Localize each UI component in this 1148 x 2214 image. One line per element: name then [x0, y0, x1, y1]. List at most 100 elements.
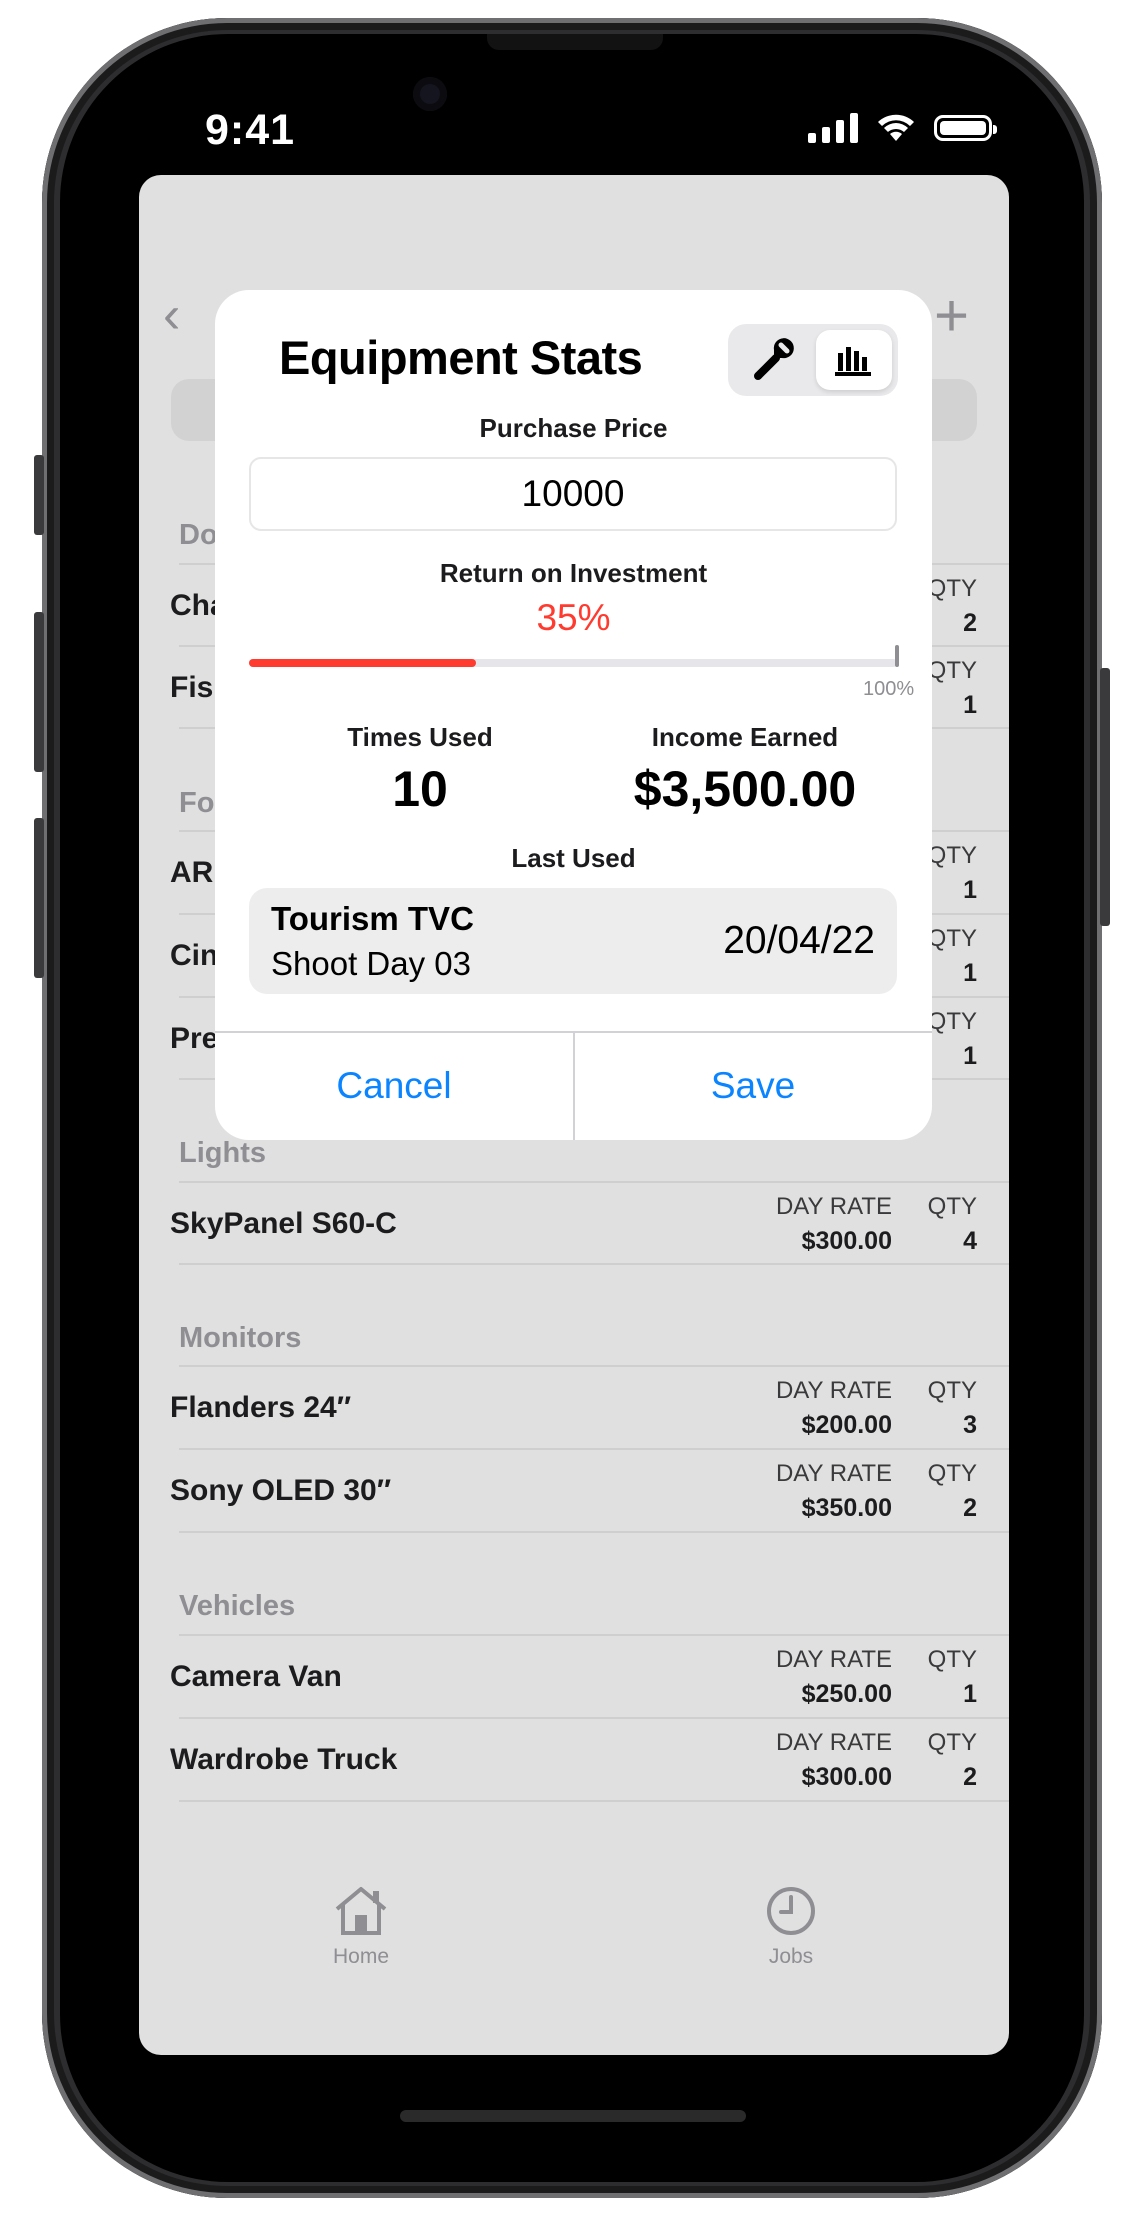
clock-icon	[767, 1887, 815, 1935]
qty-value: 2	[963, 1494, 977, 1522]
cancel-button[interactable]: Cancel	[215, 1033, 575, 1140]
item-name: Sony OLED 30″	[170, 1474, 392, 1507]
qty-label: QTY	[927, 1193, 977, 1220]
income-earned-label: Income Earned	[651, 722, 839, 752]
last-used-job-card[interactable]: Tourism TVC Shoot Day 03 20/04/22	[249, 888, 897, 994]
back-chevron-icon[interactable]: ‹	[163, 285, 180, 345]
house-icon	[335, 1887, 387, 1935]
section-divider	[179, 1263, 1009, 1265]
section-divider	[179, 1800, 1009, 1802]
item-name: Camera Van	[170, 1660, 342, 1693]
status-icons	[808, 113, 997, 143]
day-rate-value: $250.00	[801, 1680, 892, 1708]
wrench-icon	[754, 338, 794, 380]
roi-label: Return on Investment	[439, 558, 708, 588]
roi-progress-bar	[249, 645, 899, 667]
qty-value: 1	[963, 959, 977, 987]
roi-max-label: 100%	[863, 678, 915, 700]
item-name: Pre	[170, 1022, 219, 1055]
roi-max-marker	[895, 645, 899, 667]
qty-label: QTY	[927, 1729, 977, 1756]
item-name: AR	[170, 856, 214, 889]
list-item[interactable]: Wardrobe Truck DAY RATE $300.00 QTY 2	[170, 1717, 1009, 1801]
last-used-date: 20/04/22	[723, 919, 875, 962]
qty-value: 1	[963, 1042, 977, 1070]
day-rate-label: DAY RATE	[775, 1377, 892, 1404]
qty-value: 1	[963, 1680, 977, 1708]
bar-chart-icon	[835, 347, 871, 376]
tab-bar: Home Jobs	[139, 1885, 1009, 2005]
qty-label: QTY	[927, 1377, 977, 1404]
day-rate-value: $300.00	[801, 1227, 892, 1255]
equipment-stats-dialog: Equipment Stats Purchase Price 10000 Ret…	[215, 290, 932, 1140]
item-name: Cin	[170, 939, 219, 972]
home-indicator[interactable]	[400, 2110, 746, 2122]
add-icon[interactable]: +	[934, 281, 969, 350]
dialog-actions: Cancel Save	[215, 1031, 932, 1140]
item-name: Fis	[170, 671, 214, 704]
income-earned-value: $3,500.00	[633, 761, 857, 817]
section-header: Do	[179, 519, 218, 551]
item-name: Wardrobe Truck	[170, 1743, 398, 1776]
wifi-icon	[878, 114, 914, 141]
section-header: Monitors	[179, 1322, 302, 1354]
volume-down-button	[34, 818, 44, 978]
day-rate-label: DAY RATE	[775, 1646, 892, 1673]
section-header: Fo	[179, 787, 215, 819]
list-item[interactable]: SkyPanel S60-C DAY RATE $300.00 QTY 4	[170, 1181, 1009, 1265]
tab-home-label: Home	[332, 1945, 390, 1968]
qty-label: QTY	[927, 1646, 977, 1673]
power-button	[1100, 668, 1110, 926]
day-rate-value: $350.00	[801, 1494, 892, 1522]
day-rate-label: DAY RATE	[775, 1193, 892, 1220]
view-segmented-control	[728, 324, 898, 396]
list-item[interactable]: Sony OLED 30″ DAY RATE $350.00 QTY 2	[170, 1448, 1009, 1532]
roi-progress-fill	[249, 659, 476, 667]
cellular-signal-icon	[808, 113, 858, 143]
qty-label: QTY	[927, 842, 977, 869]
qty-label: QTY	[927, 1008, 977, 1035]
last-used-label: Last Used	[511, 843, 636, 873]
list-item[interactable]: Camera Van DAY RATE $250.00 QTY 1	[170, 1634, 1009, 1718]
segment-details[interactable]	[734, 330, 810, 390]
silent-switch	[34, 455, 44, 535]
dialog-title: Equipment Stats	[279, 331, 643, 384]
qty-label: QTY	[927, 575, 977, 602]
qty-value: 1	[963, 876, 977, 904]
section-divider	[179, 1531, 1009, 1533]
item-name: Flanders 24″	[170, 1391, 352, 1424]
tab-jobs-label: Jobs	[768, 1945, 814, 1968]
volume-up-button	[34, 612, 44, 772]
roi-value: 35%	[536, 597, 611, 638]
status-bar: 9:41	[180, 100, 1000, 160]
qty-value: 1	[963, 691, 977, 719]
day-rate-value: $200.00	[801, 1411, 892, 1439]
save-button[interactable]: Save	[574, 1033, 932, 1140]
last-used-job-name: Tourism TVC	[271, 900, 474, 937]
purchase-price-label: Purchase Price	[479, 413, 668, 443]
section-header: Vehicles	[179, 1590, 296, 1622]
last-used-job-detail: Shoot Day 03	[271, 945, 471, 982]
qty-value: 2	[963, 609, 977, 637]
qty-label: QTY	[927, 925, 977, 952]
item-name: SkyPanel S60-C	[170, 1207, 397, 1240]
day-rate-label: DAY RATE	[775, 1460, 892, 1487]
qty-value: 2	[963, 1763, 977, 1791]
status-time: 9:41	[205, 106, 296, 154]
tab-home[interactable]: Home	[291, 1885, 431, 1969]
qty-value: 4	[963, 1227, 977, 1255]
qty-value: 3	[963, 1411, 977, 1439]
qty-label: QTY	[927, 657, 977, 684]
qty-label: QTY	[927, 1460, 977, 1487]
day-rate-value: $300.00	[801, 1763, 892, 1791]
tab-jobs[interactable]: Jobs	[721, 1885, 861, 1969]
battery-icon	[934, 115, 997, 141]
section-header: Lights	[179, 1137, 266, 1169]
day-rate-label: DAY RATE	[775, 1729, 892, 1756]
segment-stats[interactable]	[816, 330, 892, 390]
times-used-value: 10	[392, 761, 448, 817]
speaker-notch	[487, 34, 663, 50]
times-used-label: Times Used	[347, 722, 493, 752]
list-item[interactable]: Flanders 24″ DAY RATE $200.00 QTY 3	[170, 1365, 1009, 1449]
purchase-price-input[interactable]: 10000	[249, 457, 897, 531]
